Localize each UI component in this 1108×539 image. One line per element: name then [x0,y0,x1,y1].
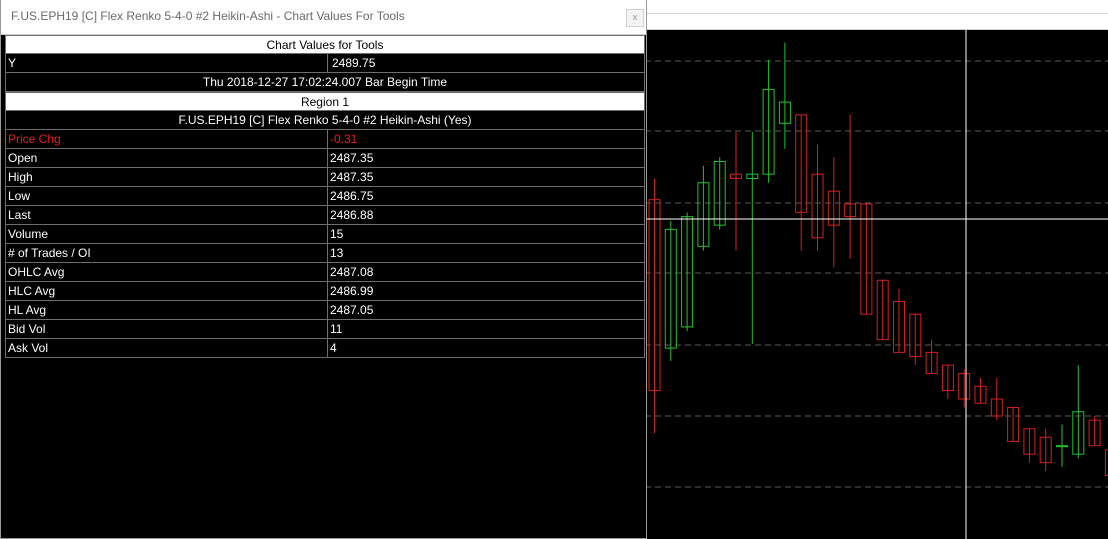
row-value: 2486.75 [327,187,645,205]
chart-area[interactable] [645,30,1108,539]
row-value: 2486.88 [327,206,645,224]
table-row: Open 2487.35 [5,149,645,168]
table-row: Bid Vol 11 [5,320,645,339]
close-icon[interactable]: x [626,9,644,27]
table-row: Volume 15 [5,225,645,244]
table-row: HLC Avg 2486.99 [5,282,645,301]
row-label: # of Trades / OI [8,246,91,260]
table-row: High 2487.35 [5,168,645,187]
table-row: Price Chg -0.31 [5,130,645,149]
table-row: Low 2486.75 [5,187,645,206]
region-header: Region 1 [5,92,645,111]
table-row: HL Avg 2487.05 [5,301,645,320]
window-titlebar[interactable]: F.US.EPH19 [C] Flex Renko 5-4-0 #2 Heiki… [1,0,646,35]
candlestick-chart[interactable] [645,30,1108,539]
row-label: HLC Avg [8,284,56,298]
table-row: Last 2486.88 [5,206,645,225]
table-header-label: Chart Values for Tools [266,38,384,52]
chart-values-window: F.US.EPH19 [C] Flex Renko 5-4-0 #2 Heiki… [0,0,647,539]
row-label: Open [8,151,38,165]
study-row: F.US.EPH19 [C] Flex Renko 5-4-0 #2 Heiki… [5,111,645,130]
study-label: F.US.EPH19 [C] Flex Renko 5-4-0 #2 Heiki… [178,113,472,127]
region-label: Region 1 [300,95,350,109]
row-value: 2487.35 [327,149,645,167]
row-value: 4 [327,339,645,357]
row-value: 13 [327,244,645,262]
table-row: OHLC Avg 2487.08 [5,263,645,282]
row-label: High [8,170,33,184]
table-row: Ask Vol 4 [5,339,645,358]
window-title: F.US.EPH19 [C] Flex Renko 5-4-0 #2 Heiki… [11,9,405,23]
row-label: HL Avg [8,303,47,317]
row-label: Last [8,208,31,222]
row-value: 2487.35 [327,168,645,186]
table-header: Chart Values for Tools [5,35,645,54]
row-label: Volume [8,227,49,241]
row-value: -0.31 [327,130,645,148]
row-value: 15 [327,225,645,243]
y-value: 2489.75 [327,54,645,72]
row-label: Low [8,189,31,203]
table-row: # of Trades / OI 13 [5,244,645,263]
y-label: Y [8,56,17,70]
row-label: OHLC Avg [8,265,65,279]
row-value: 2487.05 [327,301,645,319]
candle-body [1056,445,1068,448]
row-value: 11 [327,320,645,338]
row-label: Bid Vol [8,322,46,336]
row-label: Price Chg [8,132,61,146]
row-value: 2487.08 [327,263,645,281]
values-table: Chart Values for Tools Y 2489.75 Thu 201… [5,35,645,358]
row-value: 2486.99 [327,282,645,300]
bar-time-row: Thu 2018-12-27 17:02:24.007 Bar Begin Ti… [5,73,645,92]
bar-time-label: Thu 2018-12-27 17:02:24.007 Bar Begin Ti… [202,75,448,89]
row-label: Ask Vol [8,341,49,355]
y-row: Y 2489.75 [5,54,645,73]
